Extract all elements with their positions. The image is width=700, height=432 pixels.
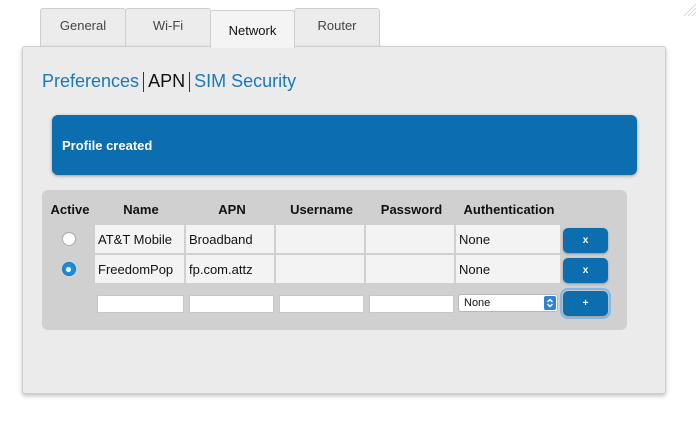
profile-apn-cell: fp.com.attz: [186, 255, 274, 283]
column-header-name: Name: [123, 202, 159, 217]
profile-name-cell: AT&T Mobile: [95, 225, 184, 253]
tab-router[interactable]: Router: [294, 8, 380, 48]
active-radio[interactable]: [61, 232, 76, 246]
active-radio-selected[interactable]: [61, 262, 76, 276]
active-radio-cell: [42, 225, 95, 253]
add-label: +: [582, 298, 589, 309]
subnav-divider: [143, 71, 145, 92]
column-header-username: Username: [290, 202, 353, 217]
profile-username-cell: [276, 225, 364, 253]
chevron-updown-icon: [544, 296, 556, 310]
delete-profile-button[interactable]: x: [563, 258, 608, 283]
apn-profiles-table: Active Name APN Username Password Authen…: [42, 190, 627, 330]
subnav-sim-security-link[interactable]: SIM Security: [194, 71, 296, 92]
tab-wifi[interactable]: Wi-Fi: [125, 8, 211, 48]
subnav: Preferences APN SIM Security: [42, 71, 296, 92]
delete-label: x: [582, 265, 589, 276]
status-banner: Profile created: [52, 115, 637, 175]
profile-apn-cell: Broadband: [186, 225, 274, 253]
profile-name-cell: FreedomPop: [95, 255, 184, 283]
tab-network[interactable]: Network: [210, 10, 295, 48]
tab-router-label: Router: [317, 18, 357, 33]
profile-authentication-cell: None: [456, 255, 560, 283]
tab-general[interactable]: General: [40, 8, 126, 48]
tab-general-label: General: [59, 18, 107, 33]
subnav-apn-current: APN: [148, 71, 186, 91]
corner-decoration-icon: [683, 3, 697, 17]
profile-password-cell: [366, 255, 454, 283]
delete-profile-button[interactable]: x: [563, 228, 608, 253]
column-header-apn: APN: [218, 202, 246, 217]
active-radio-cell: [42, 255, 95, 283]
settings-panel: Preferences APN SIM Security Profile cre…: [22, 46, 666, 394]
new-password-input[interactable]: [369, 295, 454, 313]
new-authentication-select[interactable]: None: [458, 294, 558, 312]
profile-authentication-cell: None: [456, 225, 560, 253]
delete-label: x: [582, 235, 589, 246]
status-banner-message: Profile created: [62, 137, 153, 153]
profile-username-cell: [276, 255, 364, 283]
new-authentication-selected: None: [464, 297, 491, 309]
column-header-active: Active: [50, 202, 90, 217]
column-header-password: Password: [380, 202, 443, 217]
tab-wifi-label: Wi-Fi: [152, 18, 184, 33]
tab-network-label: Network: [228, 23, 277, 38]
router-settings-page: General Wi-Fi Network Router Preferences…: [0, 0, 700, 432]
column-header-authentication: Authentication: [463, 202, 555, 217]
new-username-input[interactable]: [279, 295, 364, 313]
subnav-divider: [189, 71, 191, 92]
subnav-preferences-link[interactable]: Preferences: [42, 71, 139, 92]
profile-password-cell: [366, 225, 454, 253]
new-name-input[interactable]: [97, 295, 184, 313]
add-profile-button[interactable]: +: [560, 288, 611, 319]
new-apn-input[interactable]: [189, 295, 274, 313]
